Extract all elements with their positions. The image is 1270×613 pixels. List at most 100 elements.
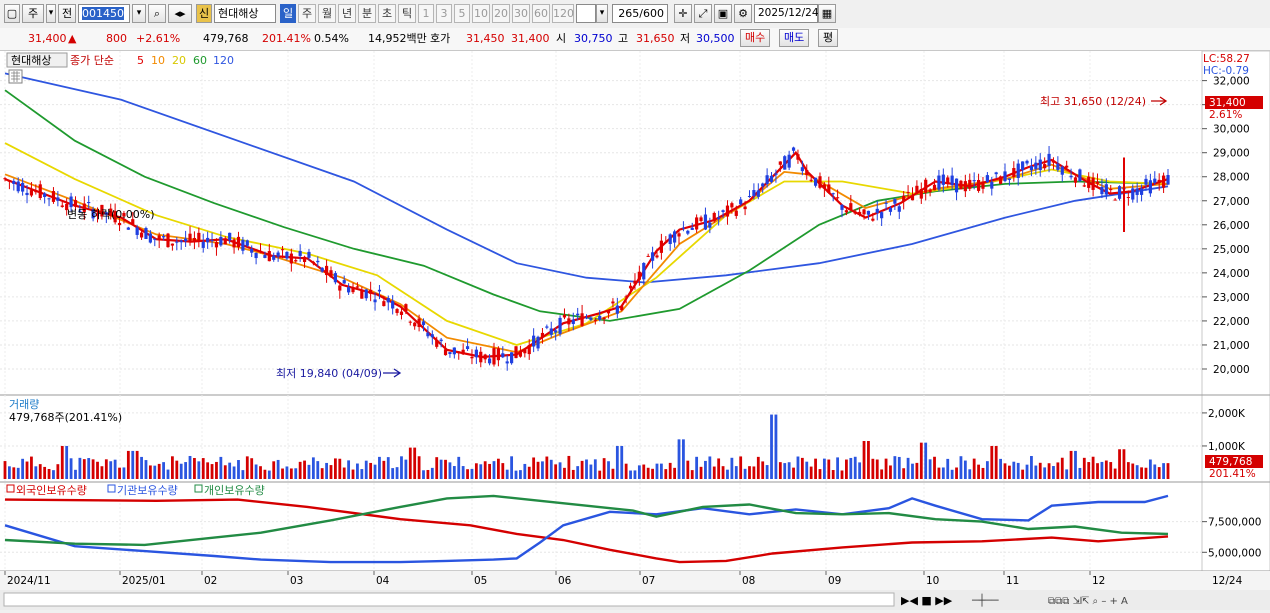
draw-tool-icon[interactable]: ⤢: [694, 4, 712, 23]
period-tab[interactable]: 년: [338, 4, 356, 23]
legend-check-icon[interactable]: [194, 484, 203, 493]
volume-bar: [840, 470, 844, 479]
candle-body: [1109, 189, 1113, 191]
count-display: 265: [618, 7, 640, 20]
period-tab[interactable]: 분: [358, 4, 376, 23]
period-daily-tab[interactable]: 일: [280, 4, 296, 23]
x-tick-label: 09: [828, 575, 841, 587]
x-tick-label: 08: [742, 575, 755, 587]
volume-bar: [104, 459, 108, 479]
volume-bar: [937, 467, 941, 479]
candle-body: [3, 178, 7, 180]
tool-icons[interactable]: ⧉⧉⧉ ⇲⇱ ⌕ – + A: [1048, 596, 1128, 607]
candle-body: [408, 321, 412, 323]
candle-body: [184, 238, 188, 242]
zoom-slider[interactable]: ─┼──: [971, 593, 999, 607]
count-field[interactable]: 265/600: [612, 4, 668, 23]
stock-chart-svg[interactable]: 32,00031,00030,00029,00028,00027,00026,0…: [0, 50, 1270, 610]
candle-body: [866, 210, 871, 215]
candle-body: [1034, 162, 1038, 170]
range-tab[interactable]: 30: [512, 4, 530, 23]
range-tab[interactable]: 60: [532, 4, 550, 23]
range-tab[interactable]: 5: [454, 4, 470, 23]
volume-bar: [254, 464, 258, 479]
code-dropdown-icon[interactable]: ▾: [132, 4, 146, 23]
period-tab[interactable]: 틱: [398, 4, 416, 23]
candle-body: [818, 176, 822, 188]
stock-name-field[interactable]: 현대해상: [214, 4, 276, 23]
chart-table-icon[interactable]: [8, 69, 23, 84]
candle-body: [536, 336, 540, 349]
stock-code-input[interactable]: 001450: [78, 4, 130, 23]
volume-bar: [373, 464, 377, 479]
period-tab[interactable]: 초: [378, 4, 396, 23]
volume-bar: [598, 470, 602, 479]
range-tab[interactable]: 1: [418, 4, 434, 23]
range-tab[interactable]: 3: [436, 4, 452, 23]
volume-bar: [148, 465, 152, 479]
candle-body: [1069, 175, 1073, 178]
candle-body: [457, 351, 461, 354]
candle-body: [161, 236, 166, 238]
volume-bar: [712, 466, 716, 479]
calendar-icon[interactable]: ▦: [818, 4, 836, 23]
save-icon[interactable]: ▣: [714, 4, 732, 23]
volume-bar: [351, 469, 355, 479]
nav-prev-icon[interactable]: ▶◀ ■ ▶▶: [901, 594, 953, 607]
chevron-down-icon[interactable]: ▾: [46, 4, 56, 23]
volume-bar: [100, 466, 104, 479]
speaker-icon[interactable]: ◂▸: [168, 4, 192, 23]
volume-bar: [1157, 467, 1161, 479]
candle-body: [1100, 186, 1104, 195]
volume-bar: [3, 461, 7, 479]
layout-icon[interactable]: ▢: [4, 4, 20, 23]
period-tab[interactable]: 주: [298, 4, 316, 23]
volume-bar: [941, 467, 945, 479]
gear-icon[interactable]: ⚙: [734, 4, 752, 23]
candle-body: [686, 230, 690, 234]
volume-bar: [122, 467, 126, 479]
candle-body: [421, 321, 426, 326]
range-input[interactable]: [576, 4, 596, 23]
candle-body: [994, 172, 998, 175]
period-tab[interactable]: 월: [318, 4, 336, 23]
sell-button[interactable]: 매도: [779, 29, 810, 47]
volume-bar: [276, 459, 280, 479]
open-price: 30,750: [574, 32, 613, 45]
volume-bar: [919, 442, 923, 479]
prefix-2-button[interactable]: 전: [58, 4, 76, 23]
range-tab[interactable]: 20: [492, 4, 510, 23]
volume-bar: [946, 458, 950, 479]
volume-bar: [369, 462, 373, 479]
candle-body: [1161, 175, 1166, 188]
legend-check-icon[interactable]: [107, 484, 116, 493]
crosshair-icon[interactable]: ✛: [674, 4, 692, 23]
y-tick-label: 26,000: [1213, 220, 1250, 232]
candle-body: [351, 287, 355, 293]
candle-body: [417, 318, 421, 328]
candle-body: [157, 235, 161, 241]
volume-bar: [717, 458, 721, 479]
date-input[interactable]: 2025/12/24: [754, 4, 819, 23]
y-tick-label: 7,500,000: [1208, 517, 1261, 529]
volume-bar: [915, 462, 919, 479]
scroll-track[interactable]: [3, 592, 895, 607]
range-tab[interactable]: 10: [472, 4, 490, 23]
range-tab[interactable]: 120: [552, 4, 574, 23]
range-dropdown-icon[interactable]: ▾: [596, 4, 608, 23]
candle-body: [38, 184, 42, 199]
candle-body: [963, 181, 967, 192]
volume-bar: [250, 458, 254, 479]
candle-body: [650, 252, 655, 261]
legend-check-icon[interactable]: [6, 484, 15, 493]
volume-bar: [739, 456, 743, 479]
volume-bar: [673, 467, 677, 479]
eval-button[interactable]: 평: [818, 29, 839, 47]
prefix-1-button[interactable]: 주: [22, 4, 44, 23]
volume-bar: [1087, 462, 1091, 479]
buy-button[interactable]: 매수: [740, 29, 771, 47]
volume-bar: [862, 441, 866, 479]
search-icon[interactable]: ⌕: [148, 4, 166, 23]
candle-body: [505, 361, 509, 364]
candle-body: [465, 346, 470, 349]
